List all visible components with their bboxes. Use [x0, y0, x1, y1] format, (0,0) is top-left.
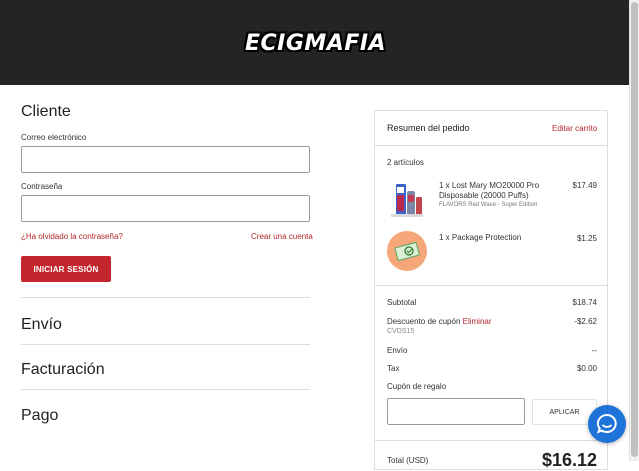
site-header: ECIGMAFIA: [0, 0, 629, 85]
email-field[interactable]: [21, 146, 310, 173]
payment-step-title: Pago: [21, 407, 59, 424]
gift-coupon-input[interactable]: [387, 398, 525, 425]
page-scrollbar[interactable]: [629, 0, 639, 461]
forgot-password-link[interactable]: ¿Ha olvidado la contraseña?: [21, 232, 123, 241]
login-button[interactable]: INICIAR SESIÓN: [21, 256, 111, 282]
billing-step-title: Facturación: [21, 361, 105, 378]
item-1-name: 1 x Lost Mary MO20000 Pro Disposable (20…: [439, 181, 540, 200]
gift-coupon-label: Cupón de regalo: [387, 382, 447, 391]
edit-cart-link[interactable]: Editar carrito: [552, 124, 597, 133]
item-2-price: $1.25: [576, 234, 597, 243]
shipping-step-title: Envío: [21, 316, 62, 333]
package-protection-icon: [394, 242, 420, 261]
item-2-name: 1 x Package Protection: [439, 233, 522, 242]
divider: [21, 297, 310, 298]
item-count: 2 artículos: [387, 158, 424, 167]
create-account-link[interactable]: Crear una cuenta: [251, 232, 313, 241]
email-label: Correo electrónico: [21, 133, 87, 142]
discount-row: Descuento de cupón Eliminar: [387, 317, 492, 326]
divider: [21, 344, 310, 345]
chat-widget-button[interactable]: [588, 405, 626, 443]
order-summary-title: Resumen del pedido: [387, 123, 470, 133]
coupon-code: CVDS15: [387, 328, 415, 335]
product-image-package-protection: [387, 231, 427, 271]
discount-label: Descuento de cupón: [387, 317, 461, 326]
divider: [375, 145, 607, 146]
shipping-value: --: [591, 346, 597, 355]
tax-value: $0.00: [576, 364, 597, 373]
product-image-vape: [391, 184, 423, 217]
remove-coupon-link[interactable]: Eliminar: [463, 317, 492, 326]
subtotal-label: Subtotal: [387, 298, 417, 307]
customer-section-title: Cliente: [21, 103, 71, 120]
chat-bubble-icon: [596, 413, 617, 434]
scrollbar-thumb[interactable]: [631, 2, 638, 457]
discount-value: -$2.62: [574, 317, 597, 326]
shipping-label: Envío: [387, 346, 408, 355]
brand-logo[interactable]: ECIGMAFIA: [245, 31, 386, 57]
password-label: Contraseña: [21, 182, 63, 191]
tax-label: Tax: [387, 364, 400, 373]
item-1-price: $17.49: [572, 181, 597, 190]
divider: [375, 285, 607, 286]
subtotal-value: $18.74: [572, 298, 597, 307]
divider: [21, 389, 310, 390]
password-field[interactable]: [21, 195, 310, 222]
item-1-option: FLAVORS Red Wave - Super Edition: [439, 202, 538, 208]
divider: [375, 440, 607, 441]
